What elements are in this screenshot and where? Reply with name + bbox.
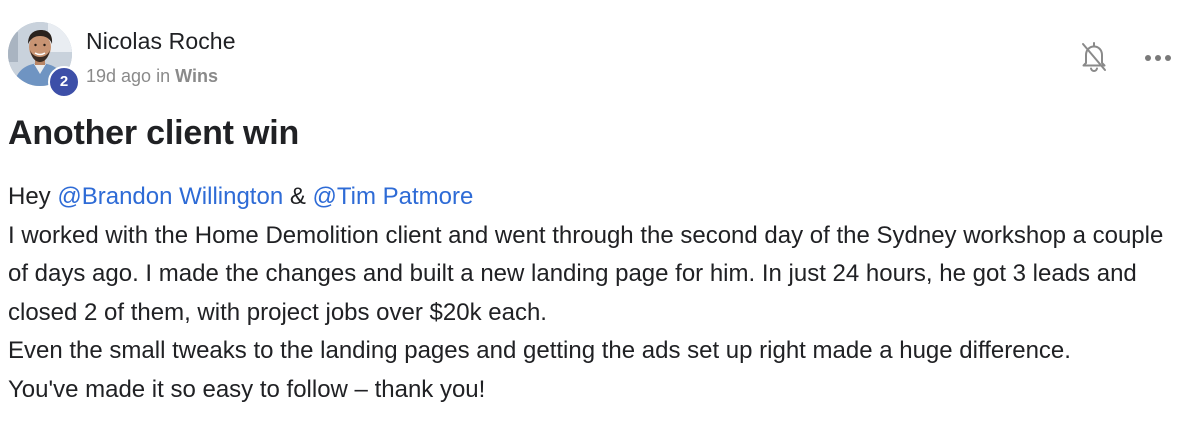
author-avatar-wrapper[interactable]: 2 bbox=[8, 22, 80, 98]
ampersand-text: & bbox=[289, 183, 306, 210]
more-options-button[interactable] bbox=[1142, 50, 1174, 66]
more-horizontal-icon bbox=[1145, 55, 1171, 61]
post-title: Another client win bbox=[8, 114, 300, 152]
post-paragraph: You've made it so easy to follow – thank… bbox=[8, 375, 486, 403]
post-body: Hey @Brandon Willington & @Tim Patmore I… bbox=[8, 178, 1184, 410]
author-name[interactable]: Nicolas Roche bbox=[86, 28, 236, 55]
community-post: 2 Nicolas Roche 19d ago in Wins Another … bbox=[0, 0, 1200, 425]
post-time: 19d ago bbox=[86, 66, 152, 86]
post-category[interactable]: Wins bbox=[175, 66, 218, 86]
post-meta-in: in bbox=[156, 66, 171, 86]
post-paragraph: Even the small tweaks to the landing pag… bbox=[8, 337, 1071, 365]
notification-toggle-button[interactable] bbox=[1080, 41, 1108, 73]
greeting-text: Hey bbox=[8, 183, 51, 210]
post-meta: 19d ago in Wins bbox=[86, 66, 218, 87]
bell-off-icon bbox=[1082, 42, 1106, 73]
mention-link[interactable]: @Brandon Willington bbox=[57, 183, 283, 210]
mention-link[interactable]: @Tim Patmore bbox=[313, 183, 474, 210]
level-badge: 2 bbox=[48, 66, 80, 98]
post-greeting-line: Hey @Brandon Willington & @Tim Patmore bbox=[8, 178, 1184, 217]
post-paragraph: I worked with the Home Demolition client… bbox=[8, 221, 1164, 326]
post-header: 2 Nicolas Roche 19d ago in Wins bbox=[8, 20, 1192, 98]
